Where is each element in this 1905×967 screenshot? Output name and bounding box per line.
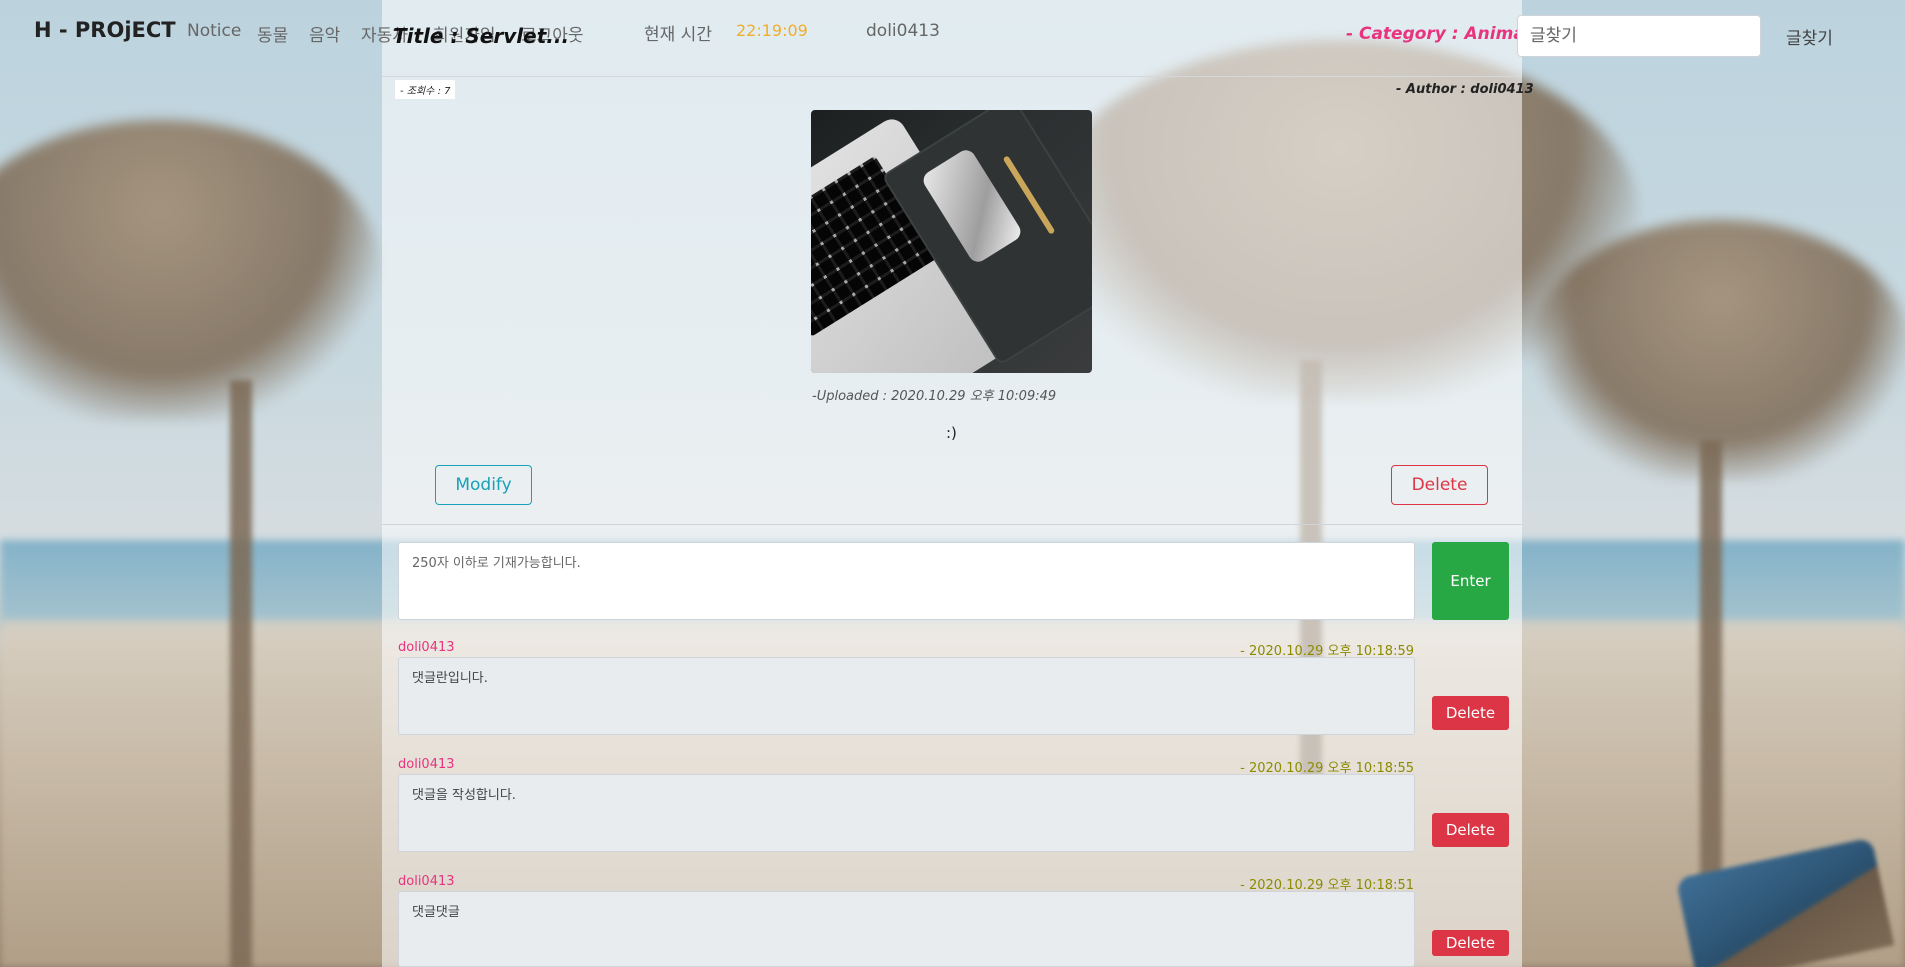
comment-delete-button[interactable]: Delete: [1432, 930, 1509, 956]
comment-item: doli0413 - 2020.10.29 오후 10:18:51 댓글댓글 D…: [398, 874, 1510, 967]
post-author: - Author : doli0413: [1396, 82, 1534, 97]
post-content: :): [946, 424, 957, 442]
search-input[interactable]: [1517, 15, 1761, 57]
post-image: [811, 110, 1092, 373]
clock-label: 현재 시간: [644, 25, 712, 45]
post-title: Title : Servlet...: [393, 24, 570, 48]
comment-body: 댓글을 작성합니다.: [398, 774, 1415, 852]
post-category: - Category : Animals: [1346, 24, 1541, 44]
nav-item-animals[interactable]: 동물: [257, 21, 288, 46]
nav-item-notice[interactable]: Notice: [187, 21, 241, 41]
comment-body: 댓글댓글: [398, 891, 1415, 967]
view-count-badge: - 조회수 : 7: [395, 80, 456, 99]
title-divider: [382, 76, 1522, 77]
comment-author: doli0413: [398, 640, 455, 655]
background-umbrella-pole: [230, 380, 252, 967]
background-umbrella: [0, 120, 380, 420]
comment-author: doli0413: [398, 757, 455, 772]
comment-item: doli0413 - 2020.10.29 오후 10:18:59 댓글란입니다…: [398, 640, 1510, 757]
comment-item: doli0413 - 2020.10.29 오후 10:18:55 댓글을 작성…: [398, 757, 1510, 874]
comment-input[interactable]: [398, 542, 1415, 620]
comment-delete-button[interactable]: Delete: [1432, 813, 1509, 847]
comment-body: 댓글란입니다.: [398, 657, 1415, 735]
search-button[interactable]: 글찾기: [1786, 24, 1833, 49]
comment-submit-button[interactable]: Enter: [1432, 542, 1509, 620]
brand-logo[interactable]: H - PROjECT: [34, 18, 176, 42]
nav-item-music[interactable]: 음악: [309, 21, 340, 46]
comment-delete-button[interactable]: Delete: [1432, 696, 1509, 730]
delete-post-button[interactable]: Delete: [1391, 465, 1488, 505]
current-username: doli0413: [866, 21, 940, 41]
navbar: H - PROjECT Notice 동물 음악 자동차 회원가입 로그아웃 현…: [0, 0, 1905, 64]
comment-author: doli0413: [398, 874, 455, 889]
content-divider: [382, 524, 1522, 525]
upload-timestamp: -Uploaded : 2020.10.29 오후 10:09:49: [812, 389, 1057, 404]
modify-button[interactable]: Modify: [435, 465, 532, 505]
clock-value: 22:19:09: [736, 21, 808, 40]
